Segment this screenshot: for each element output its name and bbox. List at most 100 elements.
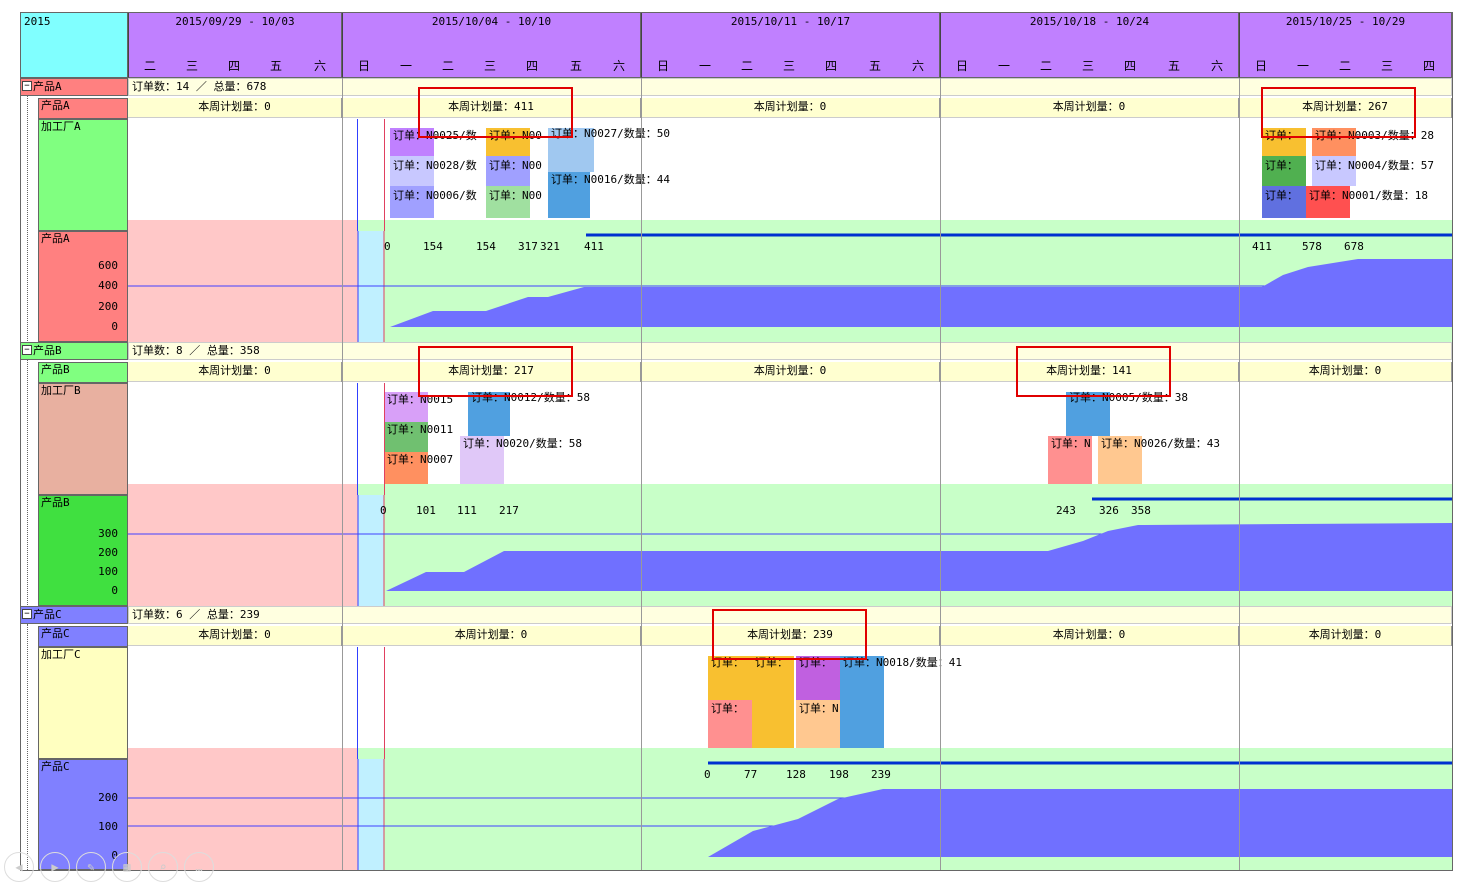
day-label: 六 — [612, 59, 625, 73]
cum-label: 317 — [518, 240, 538, 253]
week-label: 2015/10/25 - 10/29 — [1285, 15, 1406, 28]
cumulative-area — [386, 523, 1452, 591]
week-plan-cell: 本周计划量：0 — [128, 626, 342, 646]
week-separator — [940, 78, 941, 870]
cum-label: 0 — [704, 768, 711, 781]
group-label-b[interactable]: − 产品B — [20, 342, 128, 360]
factory-label-a[interactable]: 加工厂A — [38, 119, 128, 231]
collapse-icon[interactable]: − — [22, 345, 32, 355]
day-label: 日 — [1254, 59, 1267, 73]
cum-label: 578 — [1302, 240, 1322, 253]
collapse-icon[interactable]: − — [22, 609, 32, 619]
pen-icon[interactable]: ✎ — [76, 852, 106, 882]
gantt-strip-past — [128, 484, 358, 495]
group-label-a[interactable]: − 产品A — [20, 78, 128, 96]
day-label: 三 — [1380, 59, 1393, 73]
cum-label: 321 — [540, 240, 560, 253]
today-line — [357, 119, 358, 231]
week-separator — [641, 78, 642, 870]
week-plan-cell: 本周计划量：0 — [641, 362, 940, 382]
y-tick: 600 — [98, 259, 118, 272]
product-row-label[interactable]: 产品A — [38, 98, 128, 119]
back-icon[interactable]: ◀ — [4, 852, 34, 882]
week-label: 2015/10/04 - 10/10 — [431, 15, 552, 28]
day-label: 日 — [357, 59, 370, 73]
year-header: 2015 — [20, 12, 128, 78]
day-label: 二 — [441, 59, 454, 73]
cum-label: 326 — [1099, 504, 1119, 517]
day-label: 三 — [782, 59, 795, 73]
group-label-c[interactable]: − 产品C — [20, 606, 128, 624]
cum-label: 678 — [1344, 240, 1364, 253]
day-label: 四 — [1422, 59, 1435, 73]
week-header-5: 2015/10/25 - 10/29 日 一 二 三 四 — [1239, 12, 1452, 78]
day-label: 五 — [569, 59, 582, 73]
group-name: 产品A — [33, 80, 62, 93]
week-plan-cell: 本周计划量：0 — [128, 98, 342, 118]
cum-label: 154 — [423, 240, 443, 253]
order-bar[interactable] — [840, 656, 884, 748]
day-label: 四 — [1123, 59, 1136, 73]
product-row-label[interactable]: 产品C — [38, 626, 128, 647]
day-label: 二 — [740, 59, 753, 73]
chart-label-text: 产品C — [41, 760, 70, 773]
slide-controls[interactable]: ◀ ▶ ✎ ▦ ⌕… — [4, 852, 220, 882]
cumulative-area — [390, 259, 1452, 327]
factory-label-b[interactable]: 加工厂B — [38, 383, 128, 495]
plan-row-b: 本周计划量：0 本周计划量：217 本周计划量：0 本周计划量：141 本周计划… — [128, 362, 1452, 382]
day-label: 日 — [955, 59, 968, 73]
highlight-box — [712, 609, 867, 660]
cum-label: 154 — [476, 240, 496, 253]
order-bar[interactable] — [752, 656, 794, 748]
order-label: 订单：N0016/数量：44 — [551, 173, 670, 186]
day-label: 五 — [269, 59, 282, 73]
week-plan-cell: 本周计划量：0 — [641, 98, 940, 118]
cum-label: 411 — [584, 240, 604, 253]
day-label: 五 — [868, 59, 881, 73]
highlight-box — [418, 87, 573, 138]
week-label: 2015/10/11 - 10/17 — [730, 15, 851, 28]
more-icon[interactable]: … — [184, 852, 214, 882]
cum-label: 77 — [744, 768, 758, 781]
order-label: 订单：N0004/数量：57 — [1315, 159, 1434, 172]
day-label: 一 — [399, 59, 412, 73]
collapse-icon[interactable]: − — [22, 81, 32, 91]
week-header-4: 2015/10/18 - 10/24 日 一 二 三 四 五 六 — [940, 12, 1239, 78]
group-summary-a: 订单数：14 ／ 总量：678 — [128, 78, 1452, 96]
order-label: 订单：N0026/数量：43 — [1101, 437, 1220, 450]
y-tick: 200 — [98, 300, 118, 313]
y-tick: 300 — [98, 527, 118, 540]
y-tick: 400 — [98, 279, 118, 292]
week-header-2: 2015/10/04 - 10/10 日 一 二 三 四 五 六 — [342, 12, 641, 78]
now-line — [384, 119, 385, 231]
day-label: 六 — [1210, 59, 1223, 73]
now-line — [384, 647, 385, 759]
week-plan-cell: 本周计划量：0 — [940, 98, 1239, 118]
slides-icon[interactable]: ▦ — [112, 852, 142, 882]
week-separator — [342, 78, 343, 870]
cum-label: 239 — [871, 768, 891, 781]
play-icon[interactable]: ▶ — [40, 852, 70, 882]
today-line — [357, 383, 358, 495]
factory-label-c[interactable]: 加工厂C — [38, 647, 128, 759]
plan-row-a: 本周计划量：0 本周计划量：411 本周计划量：0 本周计划量：0 本周计划量：… — [128, 98, 1452, 118]
highlight-box — [1016, 346, 1171, 397]
highlight-box — [418, 346, 573, 397]
year-label: 2015 — [24, 15, 51, 28]
week-plan-cell: 本周计划量：0 — [128, 362, 342, 382]
day-label: 三 — [1081, 59, 1094, 73]
today-line — [357, 647, 358, 759]
day-label: 五 — [1167, 59, 1180, 73]
day-label: 二 — [1338, 59, 1351, 73]
day-label: 二 — [143, 59, 156, 73]
order-label: 订单：N0011 — [387, 423, 454, 436]
day-label: 三 — [185, 59, 198, 73]
product-row-label[interactable]: 产品B — [38, 362, 128, 383]
order-label: 订单： — [1265, 189, 1298, 202]
week-header-1: 2015/09/29 - 10/03 二 三 四 五 六 — [128, 12, 342, 78]
zoom-icon[interactable]: ⌕ — [148, 852, 178, 882]
order-label: 订单：N — [799, 702, 839, 715]
gantt-strip-past — [128, 748, 358, 759]
order-label: 订单：N0001/数量：18 — [1309, 189, 1428, 202]
day-label: 一 — [1296, 59, 1309, 73]
